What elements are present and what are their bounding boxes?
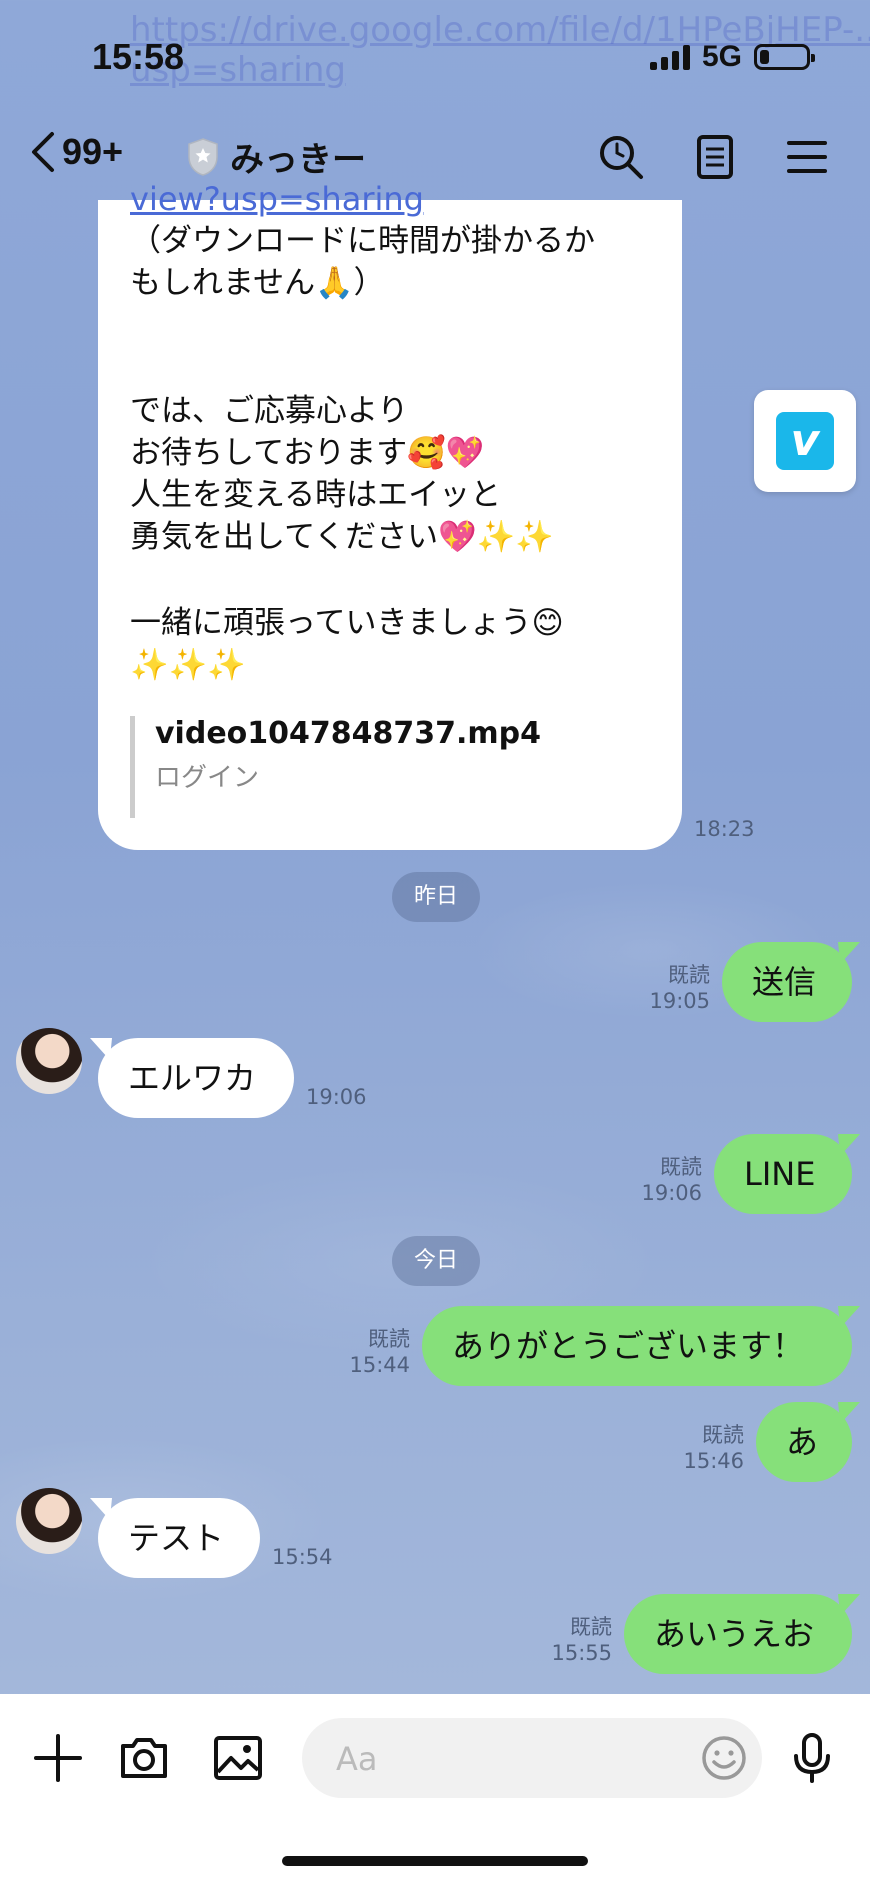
plus-icon[interactable] xyxy=(32,1732,84,1784)
card-link[interactable]: view?usp=sharing xyxy=(130,180,424,218)
outgoing-message[interactable]: LINE xyxy=(714,1134,852,1214)
home-indicator xyxy=(282,1856,588,1866)
unread-count: 99+ xyxy=(62,131,124,172)
message-time: 15:44 xyxy=(349,1353,410,1377)
card-line: では、ご応募心より xyxy=(130,393,409,429)
vimeo-icon: v xyxy=(776,412,834,470)
card-line: 一緒に頑張っていきましょう😊 xyxy=(130,605,564,641)
card-line: （ダウンロードに時間が掛かるか xyxy=(130,223,595,259)
input-bar: Aa xyxy=(0,1694,870,1883)
incoming-message[interactable]: テスト xyxy=(98,1498,260,1578)
message-time: 19:06 xyxy=(306,1085,367,1109)
card-line: 勇気を出してください💖✨✨ xyxy=(130,519,554,555)
back-button[interactable]: 99+ xyxy=(28,130,123,174)
emoji-icon[interactable] xyxy=(698,1732,750,1784)
avatar[interactable] xyxy=(16,1488,82,1554)
message-time: 19:05 xyxy=(649,989,710,1013)
file-subtext: ログイン xyxy=(155,763,260,793)
chat-title-text: みっきー xyxy=(230,140,366,180)
read-receipt: 既読 xyxy=(368,1327,410,1351)
notes-icon[interactable] xyxy=(690,132,740,182)
message-time: 19:06 xyxy=(641,1181,702,1205)
file-attachment-quote[interactable]: video1047848737.mp4 ログイン xyxy=(130,716,542,818)
shield-icon xyxy=(188,137,218,176)
chat-title[interactable]: みっきー xyxy=(186,132,366,181)
vimeo-link-tile[interactable]: v xyxy=(754,390,856,492)
outgoing-message[interactable]: あいうえお xyxy=(624,1594,852,1674)
message-time: 15:54 xyxy=(272,1545,333,1569)
outgoing-message[interactable]: 送信 xyxy=(722,942,852,1022)
date-chip-yesterday: 昨日 xyxy=(392,872,481,922)
image-icon[interactable] xyxy=(212,1732,264,1784)
battery-icon xyxy=(754,44,815,70)
file-name: video1047848737.mp4 xyxy=(155,716,542,751)
message-input[interactable]: Aa xyxy=(302,1718,762,1798)
status-indicators: 5G xyxy=(649,40,815,74)
read-receipt: 既読 xyxy=(570,1615,612,1639)
chevron-left-icon xyxy=(32,132,54,172)
card-line: もしれません🙏） xyxy=(130,265,385,301)
card-line: 人生を変える時はエイッと xyxy=(130,477,502,513)
read-receipt: 既読 xyxy=(702,1423,744,1447)
card-line: お待ちしております🥰💖 xyxy=(130,435,485,471)
status-bar: 15:58 5G xyxy=(0,0,870,110)
date-chip-today: 今日 xyxy=(392,1236,481,1286)
message-time: 15:55 xyxy=(551,1641,612,1665)
signal-icon xyxy=(649,44,690,70)
camera-icon[interactable] xyxy=(118,1732,170,1784)
message-placeholder: Aa xyxy=(336,1740,378,1778)
message-time: 15:46 xyxy=(683,1449,744,1473)
read-receipt: 既読 xyxy=(660,1155,702,1179)
outgoing-message[interactable]: ありがとうございます！ xyxy=(422,1306,852,1386)
message-time: 18:23 xyxy=(694,817,755,841)
microphone-icon[interactable] xyxy=(786,1732,838,1784)
network-label: 5G xyxy=(701,40,742,73)
read-receipt: 既読 xyxy=(668,963,710,987)
outgoing-message[interactable]: あ xyxy=(756,1402,852,1482)
card-line: ✨✨✨ xyxy=(130,647,246,683)
incoming-message[interactable]: エルワカ xyxy=(98,1038,294,1118)
search-icon[interactable] xyxy=(596,132,646,182)
avatar[interactable] xyxy=(16,1028,82,1094)
status-time: 15:58 xyxy=(92,36,185,77)
menu-icon[interactable] xyxy=(782,132,832,182)
